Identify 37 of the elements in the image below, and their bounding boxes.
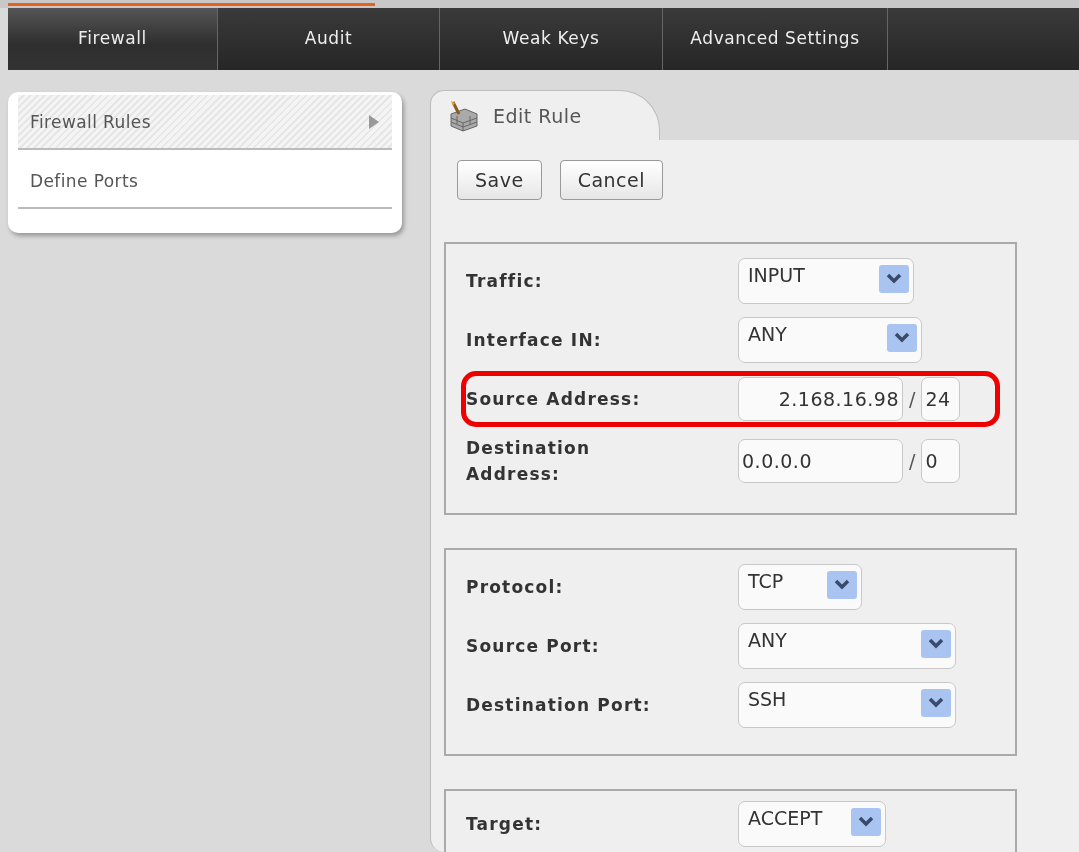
action-button[interactable]: Cancel: [559, 160, 663, 200]
separator-text: /: [909, 450, 916, 472]
brick-wall-icon: [447, 99, 479, 132]
chevron-down-icon: [851, 808, 881, 836]
field-label: Interface IN:: [466, 329, 603, 352]
field-label: Destination Port:: [466, 694, 652, 717]
nav-tab[interactable]: Firewall: [8, 8, 218, 70]
address-field[interactable]: 2.168.16.98: [738, 377, 903, 421]
field-label: Target:: [466, 813, 544, 836]
dropdown-field[interactable]: ANY: [738, 623, 956, 669]
mask-field[interactable]: 24: [921, 377, 961, 421]
arrow-right-icon: [368, 114, 380, 129]
nav-tab[interactable]: Audit: [218, 8, 440, 70]
separator-text: /: [909, 388, 916, 410]
nav-tab[interactable]: Advanced Settings: [663, 8, 888, 70]
field-label: Source Address:: [466, 388, 642, 411]
field-label: Source Port:: [466, 635, 601, 658]
dropdown-field[interactable]: ANY: [738, 317, 922, 363]
field-label: Destination Address:: [466, 437, 592, 486]
chevron-down-icon: [921, 630, 951, 658]
nav-tab[interactable]: Weak Keys: [440, 8, 663, 70]
chevron-down-icon: [827, 571, 857, 599]
field-label: Protocol:: [466, 576, 565, 599]
field-label: Traffic:: [466, 270, 544, 293]
edit-rule-tab[interactable]: Edit Rule: [430, 90, 660, 140]
dropdown-field[interactable]: ACCEPT: [738, 801, 886, 847]
chevron-down-icon: [879, 265, 909, 293]
chevron-down-icon: [921, 689, 951, 717]
action-button[interactable]: Save: [457, 160, 542, 200]
mask-field[interactable]: 0: [921, 439, 961, 483]
address-field[interactable]: 0.0.0.0: [738, 439, 903, 483]
dropdown-field[interactable]: INPUT: [738, 258, 914, 304]
sidebar-item[interactable]: Firewall Rules: [18, 95, 392, 150]
dropdown-field[interactable]: SSH: [738, 682, 956, 728]
sidebar-item[interactable]: Define Ports: [18, 154, 392, 209]
chevron-down-icon: [887, 324, 917, 352]
dropdown-field[interactable]: TCP: [738, 564, 862, 610]
